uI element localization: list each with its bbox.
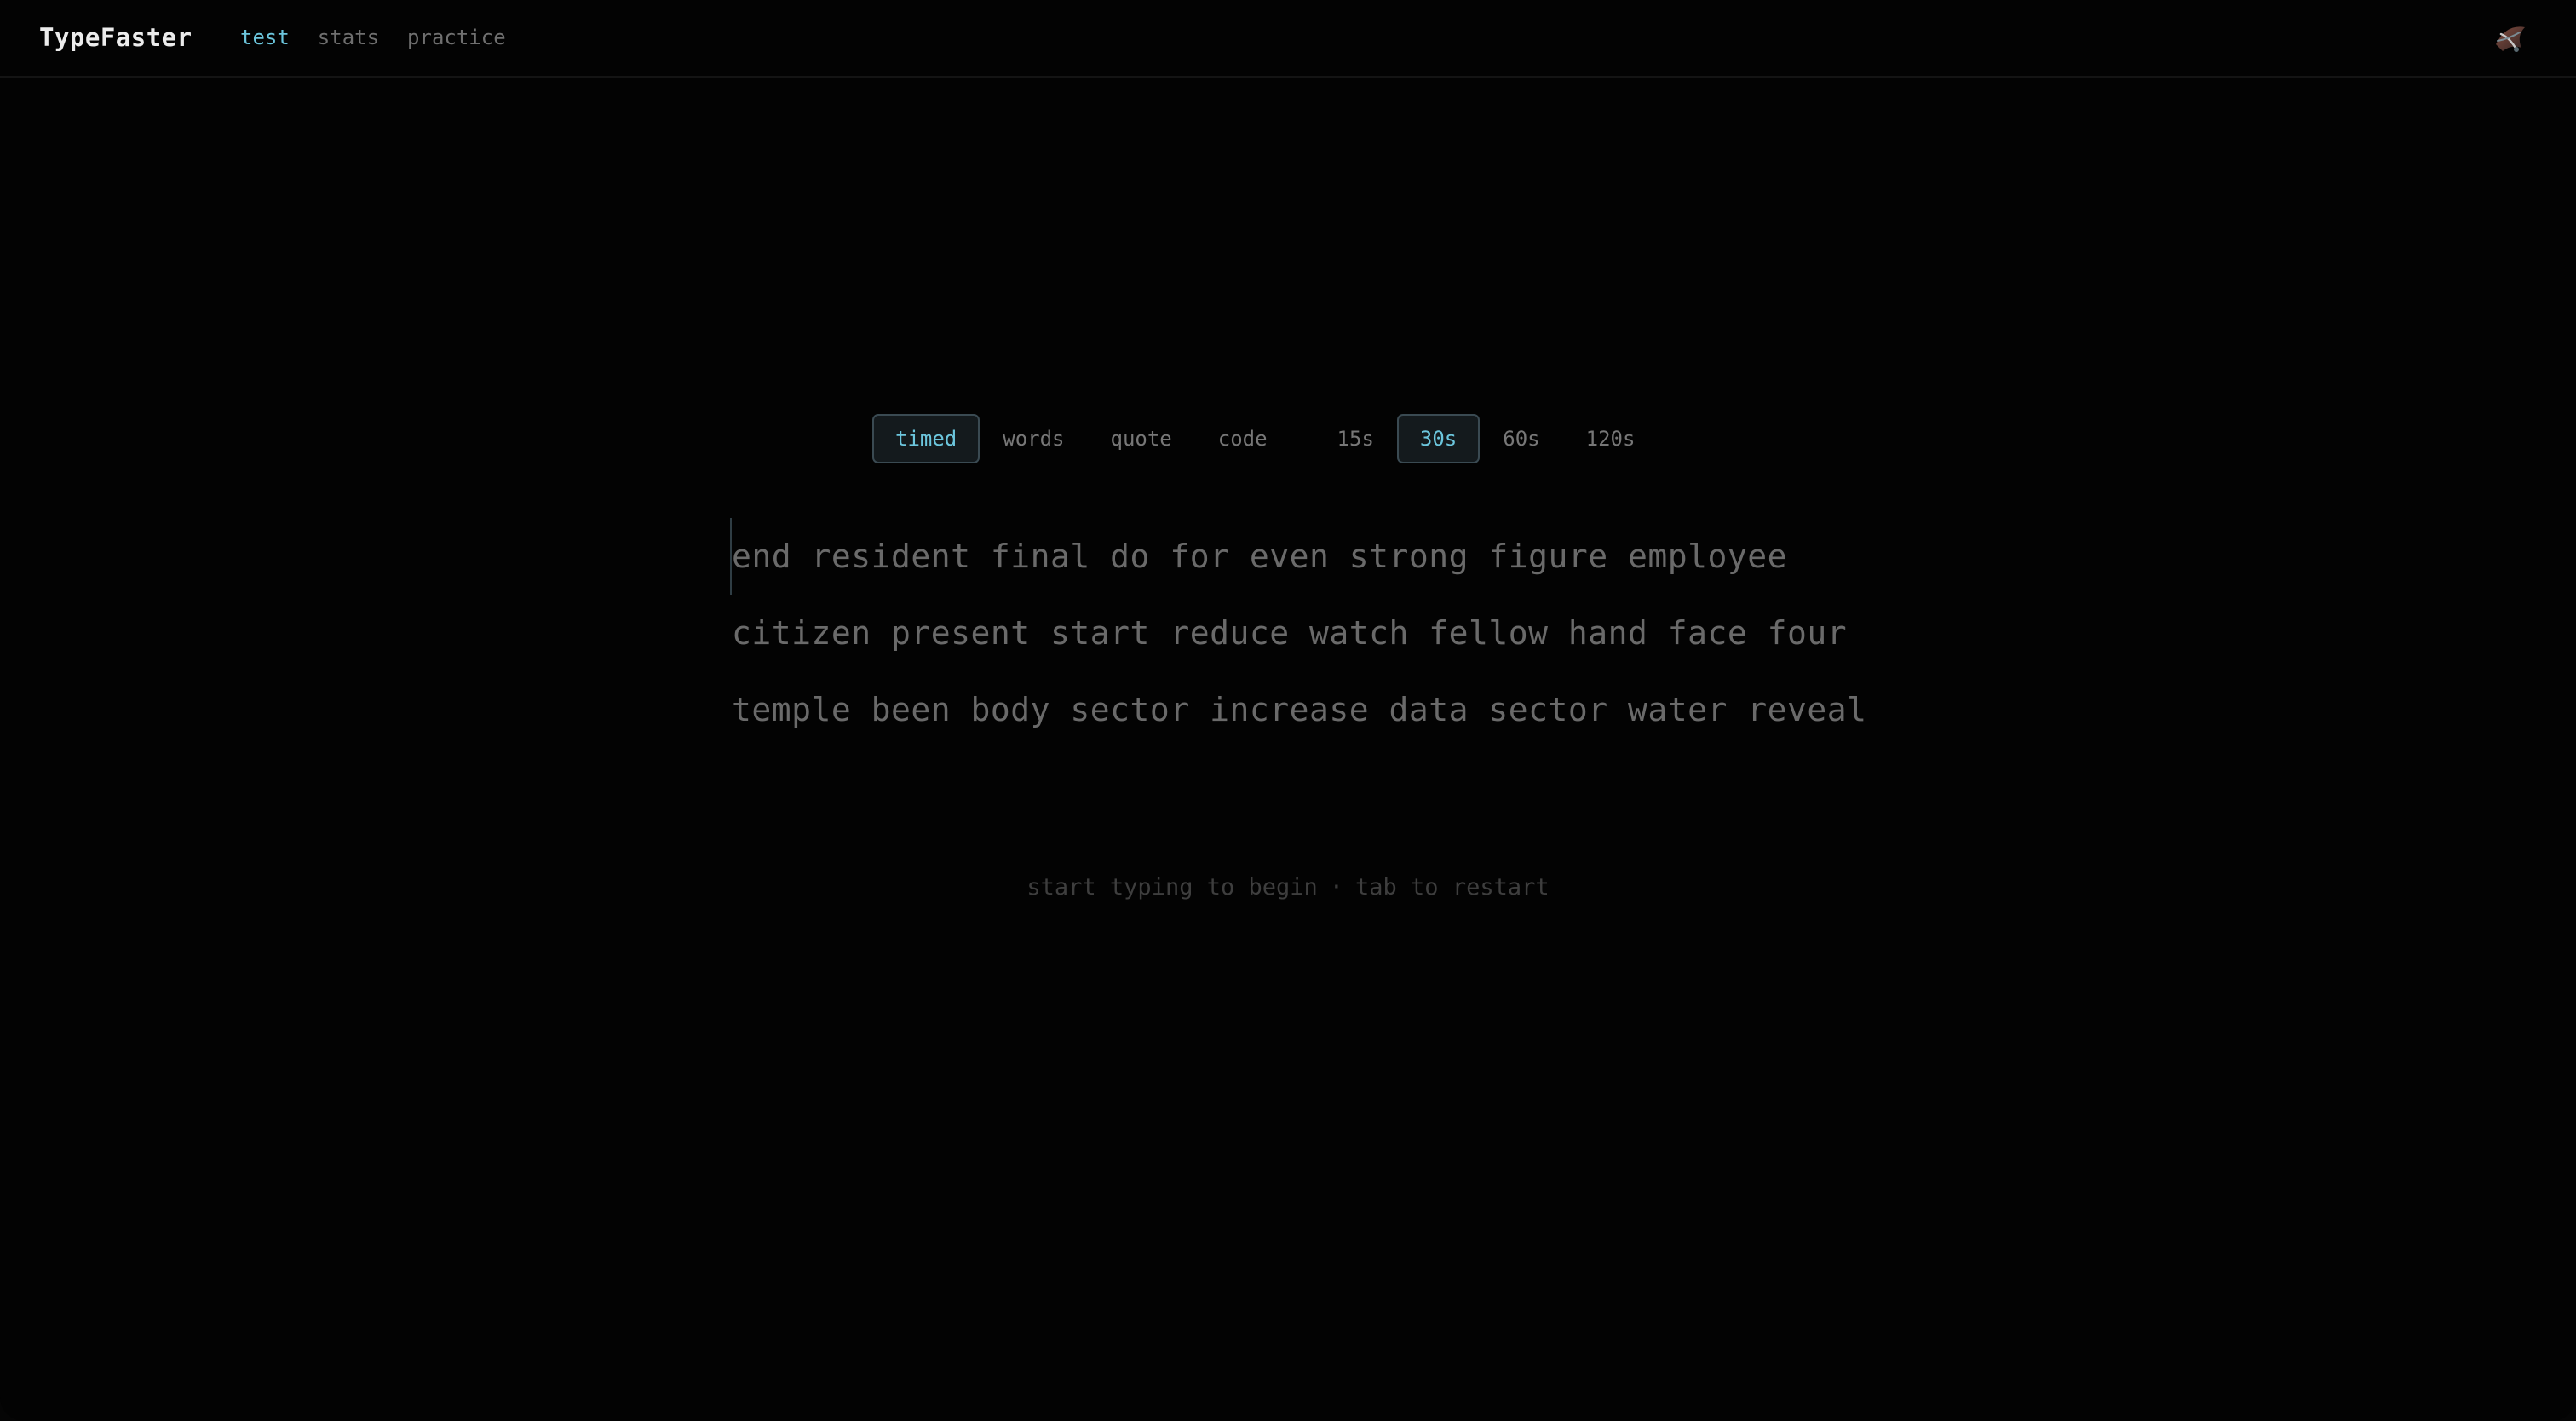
hint-text: start typing to begin · tab to restart	[0, 871, 2576, 905]
duration-30s-button[interactable]: 30s	[1396, 414, 1481, 463]
typing-area[interactable]: end resident final do for even strong fi…	[730, 518, 1941, 748]
hint-start: start typing to begin	[1026, 874, 1318, 900]
main-nav: test stats practice	[240, 19, 506, 56]
word-line-1: end resident final do for even strong fi…	[732, 538, 1788, 575]
brand-logo[interactable]: TypeFaster	[39, 19, 193, 56]
mode-code-button[interactable]: code	[1195, 414, 1291, 463]
nav-practice[interactable]: practice	[407, 19, 506, 56]
mode-timed-button[interactable]: timed	[872, 414, 980, 463]
duration-15s-button[interactable]: 15s	[1314, 414, 1397, 463]
mode-selector: timed words quote code 15s 30s 60s 120s	[872, 414, 1658, 463]
mode-quote-button[interactable]: quote	[1088, 414, 1195, 463]
hint-restart: tab to restart	[1355, 874, 1550, 900]
nav-test[interactable]: test	[240, 19, 290, 56]
avatar-icon[interactable]	[2491, 19, 2530, 58]
duration-60s-button[interactable]: 60s	[1480, 414, 1562, 463]
nav-stats[interactable]: stats	[318, 19, 379, 56]
hint-separator: ·	[1329, 874, 1344, 900]
typing-caret	[730, 518, 732, 595]
word-line-3: temple been body sector increase data se…	[732, 691, 1867, 728]
mode-words-button[interactable]: words	[980, 414, 1087, 463]
app-window: TypeFaster test stats practice timed wor…	[0, 0, 2576, 1421]
duration-120s-button[interactable]: 120s	[1563, 414, 1659, 463]
word-line-2: citizen present start reduce watch fello…	[732, 614, 1848, 652]
top-bar: TypeFaster test stats practice	[0, 0, 2576, 78]
avatar-icon-graphic	[2496, 26, 2525, 52]
